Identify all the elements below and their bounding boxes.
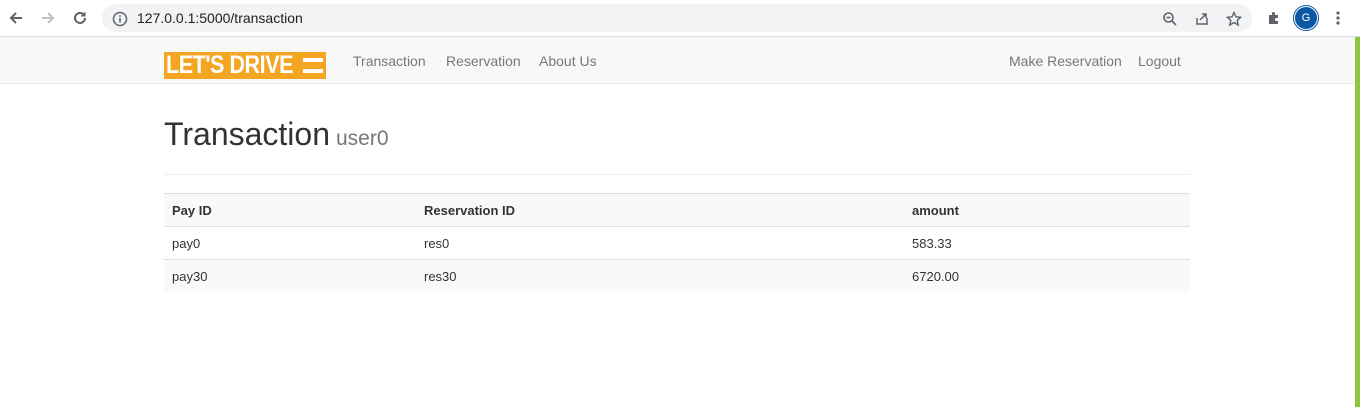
forward-icon[interactable] [36, 6, 60, 30]
window-edge-accent [1355, 37, 1360, 407]
share-icon[interactable] [1193, 10, 1211, 28]
browser-toolbar: 127.0.0.1:5000/transaction G [0, 0, 1360, 37]
divider [164, 174, 1190, 175]
cell-reservation-id: res30 [416, 259, 904, 292]
page-title: Transaction user0 [164, 116, 389, 153]
cell-pay-id: pay30 [164, 259, 416, 292]
site-navbar: LET'S DRIVE Transaction Reservation Abou… [0, 37, 1355, 84]
nav-link-about[interactable]: About Us [539, 53, 597, 69]
page-content: LET'S DRIVE Transaction Reservation Abou… [0, 37, 1355, 407]
nav-link-reservation[interactable]: Reservation [446, 53, 521, 69]
column-header-amount: amount [904, 193, 1190, 227]
address-bar[interactable]: 127.0.0.1:5000/transaction [102, 4, 1252, 32]
table-row: pay30 res30 6720.00 [164, 259, 1190, 292]
column-header-reservation-id: Reservation ID [416, 193, 904, 227]
table-row: pay0 res0 583.33 [164, 227, 1190, 260]
page-title-text: Transaction [164, 116, 330, 152]
url-text[interactable]: 127.0.0.1:5000/transaction [137, 10, 303, 26]
column-header-pay-id: Pay ID [164, 193, 416, 227]
back-icon[interactable] [4, 6, 28, 30]
extensions-icon[interactable] [1262, 6, 1286, 30]
table-header-row: Pay ID Reservation ID amount [164, 193, 1190, 227]
cell-amount: 6720.00 [904, 259, 1190, 292]
info-icon[interactable] [111, 10, 129, 28]
page-subtitle: user0 [336, 127, 389, 150]
logo-stripe [303, 69, 323, 73]
reload-icon[interactable] [68, 6, 92, 30]
star-icon[interactable] [1225, 10, 1243, 28]
brand-logo[interactable]: LET'S DRIVE [164, 52, 326, 79]
nav-link-transaction[interactable]: Transaction [353, 53, 426, 69]
avatar[interactable]: G [1295, 7, 1317, 29]
cell-amount: 583.33 [912, 235, 952, 251]
logo-stripe [303, 58, 323, 62]
cell-reservation-id: res0 [424, 235, 450, 251]
nav-link-make-reservation[interactable]: Make Reservation [1009, 53, 1122, 69]
zoom-icon[interactable] [1161, 10, 1179, 28]
cell-pay-id: pay0 [172, 235, 201, 251]
nav-link-logout[interactable]: Logout [1138, 53, 1181, 69]
brand-logo-text: LET'S DRIVE [166, 52, 294, 79]
more-icon[interactable] [1326, 6, 1350, 30]
transaction-table: Pay ID Reservation ID amount pay0 res0 5… [164, 193, 1190, 292]
